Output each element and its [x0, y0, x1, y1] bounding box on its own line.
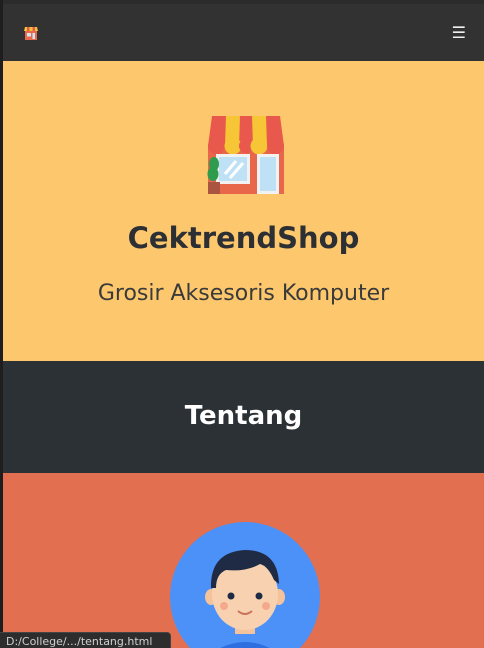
user-avatar-icon — [170, 522, 320, 648]
status-bar-url: D:/College/.../tentang.html — [0, 632, 172, 648]
store-icon[interactable] — [23, 25, 39, 41]
hamburger-menu-icon[interactable]: ☰ — [452, 24, 466, 41]
shop-name: CektrendShop — [127, 221, 360, 255]
hero-section: CektrendShop Grosir Aksesoris Komputer — [3, 61, 484, 361]
store-icon — [207, 116, 284, 194]
about-section: Tentang — [3, 361, 484, 473]
about-title: Tentang — [184, 401, 303, 431]
profile-section — [3, 473, 484, 648]
navbar: ☰ — [3, 4, 484, 61]
shop-tagline: Grosir Aksesoris Komputer — [97, 281, 390, 306]
